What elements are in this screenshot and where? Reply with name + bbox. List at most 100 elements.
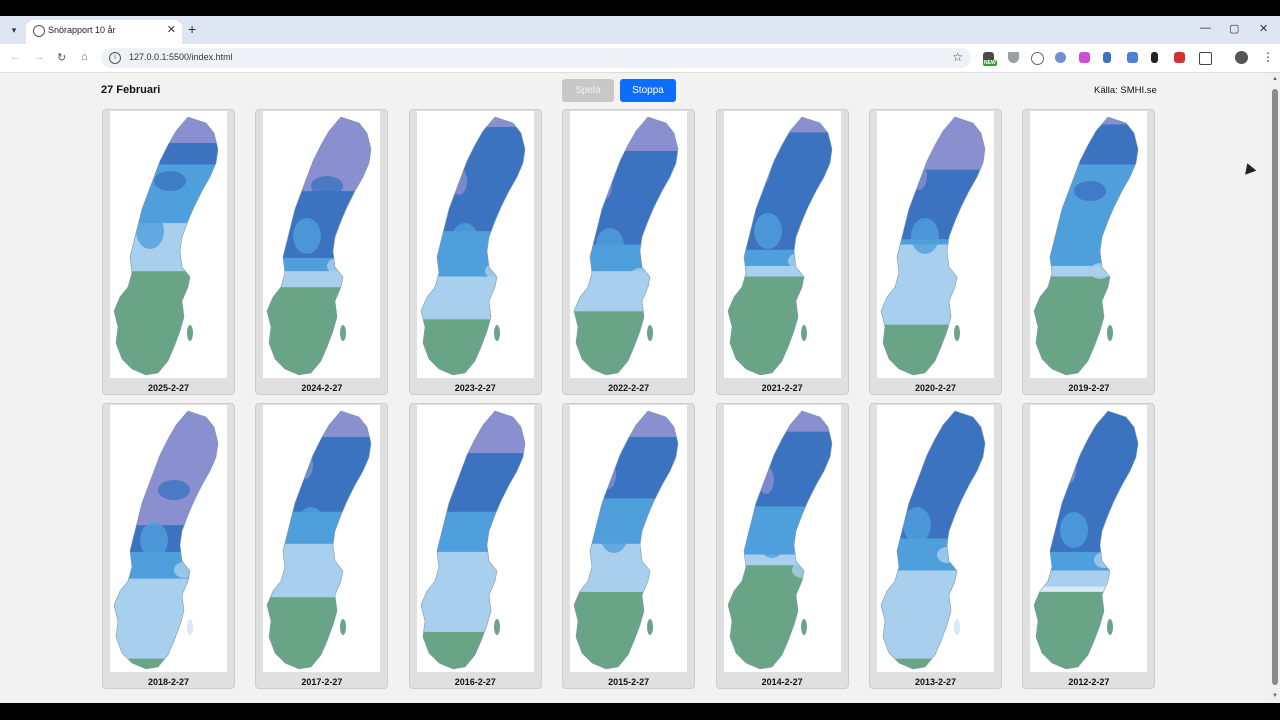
snow-band (727, 132, 832, 251)
sweden-snow-depth-map (267, 116, 372, 376)
address-bar[interactable]: i 127.0.0.1:5500/index.html ☆ (101, 48, 971, 68)
map-date-label: 2018-2-27 (147, 677, 190, 687)
snow-patch (293, 162, 310, 190)
snow-band (114, 223, 218, 272)
browser-tab[interactable]: Snörapport 10 år ✕ (26, 20, 182, 44)
snow-patch (1056, 223, 1085, 259)
snow-map (110, 111, 227, 378)
map-date-label: 2025-2-27 (147, 383, 190, 393)
snow-band (420, 276, 525, 320)
snow-patch (911, 162, 927, 190)
extension-icon-6[interactable] (1103, 52, 1111, 63)
snow-map (1030, 111, 1148, 378)
map-date-label: 2017-2-27 (301, 677, 343, 687)
snow-band (267, 543, 372, 598)
snow-band (267, 271, 372, 288)
snow-band (420, 631, 525, 669)
minimize-button[interactable]: — (1200, 22, 1211, 34)
island-shape (954, 619, 960, 635)
island-shape (954, 325, 960, 341)
map-card: 2012-2-27 (1022, 403, 1156, 689)
extension-icon-5[interactable] (1079, 52, 1090, 63)
play-button[interactable]: Spela (562, 79, 614, 102)
snow-band (114, 525, 218, 553)
extension-icon-2[interactable] (1008, 52, 1019, 63)
map-date-label: 2022-2-27 (608, 383, 650, 393)
extension-icon-8[interactable] (1151, 52, 1158, 63)
snow-patch (484, 263, 505, 279)
snow-band (727, 411, 832, 433)
snow-patch (753, 157, 770, 185)
snow-patch (775, 480, 808, 500)
snow-band (420, 411, 525, 454)
map-date-label: 2016-2-27 (454, 677, 496, 687)
snow-patch (757, 522, 786, 558)
map-card: 2025-2-27 (102, 109, 235, 395)
reload-icon[interactable]: ↻ (57, 51, 66, 64)
snow-patch (442, 456, 459, 484)
tab-search-chevron-icon[interactable]: ▾ (6, 22, 22, 38)
url-text: 127.0.0.1:5500/index.html (129, 52, 233, 62)
island-shape (340, 325, 347, 341)
scroll-up-icon[interactable]: ▲ (1272, 76, 1278, 82)
snow-patch (158, 480, 190, 500)
restore-button[interactable]: ▢ (1229, 22, 1239, 35)
extension-badge-icon: NEW (983, 60, 997, 66)
island-shape (800, 619, 807, 635)
avatar[interactable] (1235, 51, 1248, 64)
snow-patch (903, 507, 931, 543)
sweden-snow-depth-map (267, 410, 372, 670)
scroll-down-icon[interactable]: ▼ (1272, 693, 1278, 699)
snow-patch (1090, 263, 1111, 279)
stop-button[interactable]: Stoppa (620, 79, 676, 102)
snow-band (420, 551, 525, 633)
snow-band (114, 411, 218, 526)
back-arrow-icon[interactable]: ← (10, 51, 21, 63)
home-icon[interactable]: ⌂ (81, 51, 88, 63)
map-date-label: 2012-2-27 (1068, 677, 1110, 687)
snow-band (1034, 551, 1139, 572)
map-card: 2024-2-27 (255, 109, 389, 395)
snow-band (267, 257, 372, 272)
scrollbar-thumb[interactable] (1272, 89, 1278, 685)
extension-icon-4[interactable] (1055, 52, 1066, 63)
snow-patch (1074, 181, 1107, 201)
snow-band (1034, 570, 1139, 587)
extension-icon-7[interactable] (1127, 52, 1138, 63)
snow-patch (903, 451, 919, 479)
map-card: 2021-2-27 (715, 109, 849, 395)
bookmark-star-icon[interactable]: ☆ (952, 50, 963, 64)
sweden-snow-depth-map (727, 410, 832, 670)
island-shape (647, 619, 654, 635)
extension-icon-3[interactable] (1031, 52, 1044, 65)
map-card: 2016-2-27 (408, 403, 542, 689)
close-window-button[interactable]: ✕ (1259, 22, 1268, 35)
snow-band (420, 127, 525, 232)
puzzle-icon[interactable] (1199, 52, 1212, 65)
snow-patch (442, 512, 471, 548)
snow-map (877, 111, 994, 378)
close-icon[interactable]: ✕ (167, 23, 176, 36)
snow-band (114, 578, 218, 660)
snow-band (881, 570, 985, 660)
snow-patch (140, 466, 156, 494)
vertical-scrollbar[interactable]: ▲ ▼ (1270, 73, 1280, 703)
snow-band (420, 319, 525, 375)
snow-band (420, 117, 525, 128)
snow-map (570, 405, 688, 672)
new-tab-button[interactable]: + (188, 21, 196, 37)
snow-patch (600, 517, 629, 553)
snow-patch (596, 228, 625, 264)
map-date-label: 2021-2-27 (761, 383, 803, 393)
map-card: 2015-2-27 (562, 403, 696, 689)
menu-kebab-icon[interactable]: ⋮ (1262, 50, 1274, 64)
page-title: 27 Februari (101, 84, 161, 96)
sweden-snow-depth-map (880, 116, 986, 376)
snow-map (570, 111, 688, 378)
snow-band (574, 543, 679, 593)
snow-band (881, 244, 985, 326)
forward-arrow-icon[interactable]: → (34, 51, 45, 63)
site-info-icon[interactable]: i (109, 52, 121, 64)
snow-band (574, 117, 679, 152)
extension-icon-9[interactable] (1174, 52, 1185, 63)
